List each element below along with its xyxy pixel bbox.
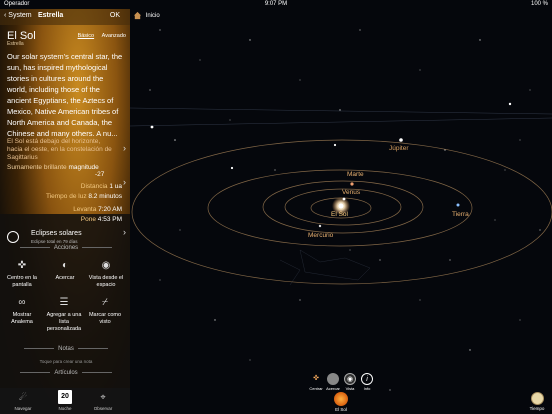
label-sol[interactable]: El Sol <box>331 211 348 218</box>
action-mark-seen[interactable]: ⌿ Marcar como visto <box>85 297 125 326</box>
center-icon: ✜ <box>313 375 319 382</box>
set-label: Pone <box>80 216 96 223</box>
label-tierra[interactable]: Tierra <box>452 211 469 218</box>
daylight-value: 8.2 minutos <box>88 193 122 200</box>
eclipse-icon <box>7 231 19 243</box>
magnitude-row: Sumamente brillante magnitude -27 <box>7 164 125 178</box>
list-add-icon: ☰ <box>59 297 69 308</box>
tool-center[interactable]: ✜ Centrar <box>308 373 324 391</box>
magnitude-label: Sumamente brillante <box>7 164 67 171</box>
tool-center-label: Centrar <box>309 386 323 391</box>
tool-view[interactable]: ◉ Vista <box>342 373 358 391</box>
articles-header-label: Artículos <box>54 370 78 376</box>
clock-icon <box>530 392 544 405</box>
action-center[interactable]: ✜ Centro en la pantalla <box>2 260 42 289</box>
rise-row: Levanta 7:20 AM <box>4 206 122 213</box>
label-jupiter[interactable]: Júpiter <box>389 145 409 152</box>
set-row: Pone 4:53 PM <box>4 216 122 223</box>
label-venus[interactable]: Venus <box>342 189 360 196</box>
clock-label: 9:07 PM <box>264 1 288 7</box>
home-label: Inicio <box>145 13 160 20</box>
object-info-panel: ‹ System Estrella OK El Sol Estrella Bás… <box>0 9 130 414</box>
label-mercurio[interactable]: Mercurio <box>308 232 333 239</box>
battery-label: 100 % <box>530 1 548 7</box>
magnitude-value: -27 <box>95 171 105 178</box>
sun-icon <box>334 392 348 406</box>
action-analemma-label: Mostrar Analema <box>11 312 33 325</box>
calendar-icon: 20 <box>58 390 72 404</box>
distance-row: Distancia 1 ua <box>4 183 122 190</box>
observe-icon: ⌖ <box>100 392 106 402</box>
target-icon: ✜ <box>17 260 27 271</box>
action-zoom[interactable]: ◐ Acercar <box>45 260 85 282</box>
tab-observar[interactable]: ⌖ Observar <box>88 390 118 411</box>
view-icon: ◉ <box>344 373 356 385</box>
tool-view-label: Vista <box>345 386 355 391</box>
back-button[interactable]: ‹ System <box>4 12 32 19</box>
eclipse-title: Eclipses solares <box>31 230 82 237</box>
magnitude-key: magnitude <box>68 164 99 171</box>
nav-title: Estrella <box>38 12 64 19</box>
zoom-icon <box>327 373 339 385</box>
tab-navegar[interactable]: ☄ Navegar <box>8 390 38 411</box>
action-zoom-label: Acercar <box>55 275 75 281</box>
rise-value: 7:20 AM <box>98 206 122 213</box>
tool-zoom[interactable]: Acercar <box>325 373 341 391</box>
tab-noche[interactable]: 20 Noche <box>50 390 80 411</box>
eclipse-subtitle: Eclipse total en 79 días <box>31 239 78 244</box>
notes-header-label: Notas <box>58 346 74 352</box>
chevron-right-icon[interactable]: › <box>123 227 126 237</box>
action-center-label: Centro en la pantalla <box>7 275 37 288</box>
selected-object-button[interactable]: El Sol <box>330 392 352 413</box>
zoom-planet-icon: ◐ <box>61 260 69 271</box>
status-bar: Operador 9:07 PM 100 % <box>0 0 552 9</box>
object-description[interactable]: Our solar system's central star, the sun… <box>7 51 125 139</box>
object-type: Estrella <box>7 41 24 47</box>
notes-header: Notas <box>7 346 125 352</box>
action-add-list-label: Agregar a una lista personalizada <box>46 312 82 332</box>
detail-tabs: Básico Avanzado <box>72 33 126 39</box>
back-label: System <box>8 12 32 19</box>
daylight-row: Tiempo de luz 8.2 minutos <box>4 193 122 200</box>
3d-view-icon: ◉ <box>101 260 111 271</box>
tab-noche-label: Noche <box>58 406 72 411</box>
distance-value: 1 ua <box>109 183 122 190</box>
ok-button[interactable]: OK <box>110 12 120 19</box>
tab-bar: ☄ Navegar 20 Noche ⌖ Observar <box>0 388 130 414</box>
time-button[interactable]: Tiempo <box>528 392 546 411</box>
info-icon: i <box>361 373 373 385</box>
action-analemma[interactable]: ∞ Mostrar Analema <box>2 297 42 326</box>
action-mark-seen-label: Marcar como visto <box>88 312 122 325</box>
tab-navegar-label: Navegar <box>14 406 32 411</box>
action-space-view[interactable]: ◉ Vista desde el espacio <box>86 260 126 289</box>
actions-header-label: Acciones <box>53 245 79 251</box>
home-button[interactable]: Inicio <box>133 11 160 20</box>
analemma-icon: ∞ <box>18 297 26 308</box>
telescope-icon: ⌿ <box>102 297 108 308</box>
time-button-label: Tiempo <box>529 406 545 411</box>
selected-object-label: El Sol <box>335 407 347 412</box>
tool-zoom-label: Acercar <box>326 386 340 391</box>
notes-hint[interactable]: Toque para crear una nota <box>7 359 125 364</box>
rise-label: Levanta <box>73 206 97 213</box>
horizon-status[interactable]: El Sol está debajo del horizonte, hacia … <box>7 138 113 162</box>
home-icon <box>133 11 142 20</box>
tab-avanzado[interactable]: Avanzado <box>102 33 126 39</box>
action-add-list[interactable]: ☰ Agregar a una lista personalizada <box>44 297 84 333</box>
panel-nav-bar: ‹ System Estrella OK <box>0 9 130 25</box>
navigate-icon: ☄ <box>18 392 28 402</box>
action-space-view-label: Vista desde el espacio <box>88 275 124 288</box>
tab-basico[interactable]: Básico <box>78 33 95 39</box>
articles-header: Artículos <box>7 370 125 376</box>
chevron-right-icon[interactable]: › <box>123 143 126 153</box>
tab-observar-label: Observar <box>93 406 113 411</box>
chevron-right-icon[interactable]: › <box>123 177 126 187</box>
set-value: 4:53 PM <box>97 216 122 223</box>
actions-header: Acciones <box>7 245 125 251</box>
daylight-label: Tiempo de luz <box>45 193 87 200</box>
label-marte[interactable]: Marte <box>347 171 364 178</box>
tool-info-label: Info <box>363 386 371 391</box>
distance-label: Distancia <box>80 183 108 190</box>
tool-info[interactable]: i Info <box>359 373 375 391</box>
